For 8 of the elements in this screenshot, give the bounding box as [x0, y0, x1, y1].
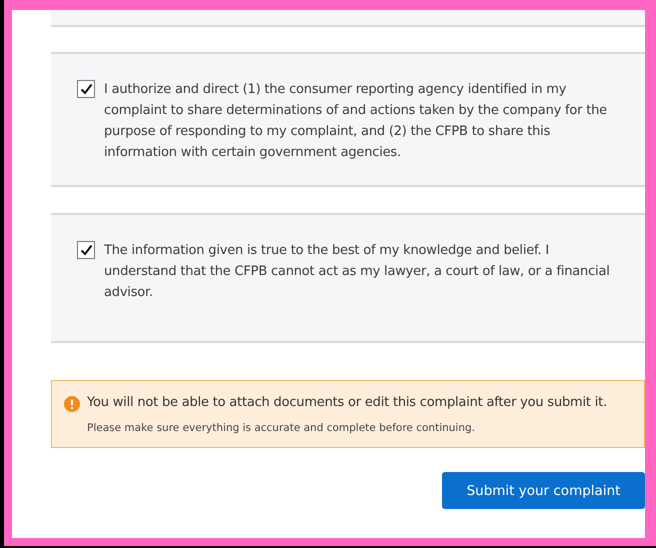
- checkbox[interactable]: [77, 241, 95, 259]
- agreement-text: The information given is true to the best of my knowledge and belief. I understand that the CFPB cannot act as my lawyer, a court of law, or a financial advisor.: [104, 242, 611, 302]
- warning-icon: [64, 396, 80, 412]
- warning-message: You will not be able to attach documents or edit this complaint after you submit it.: [87, 394, 607, 412]
- warning-note: Please make sure everything is accurate and complete before continuing.: [87, 421, 476, 435]
- submit-button[interactable]: Submit your complaint: [442, 472, 645, 509]
- agreement-text: I authorize and direct (1) the consumer reporting agency identified in my complaint to share determinations of and actions taken by the company for the purpose of responding to my complaint, and (2) the CFPB to share this information with certain government agencies.: [104, 81, 608, 162]
- checkbox[interactable]: [77, 80, 95, 98]
